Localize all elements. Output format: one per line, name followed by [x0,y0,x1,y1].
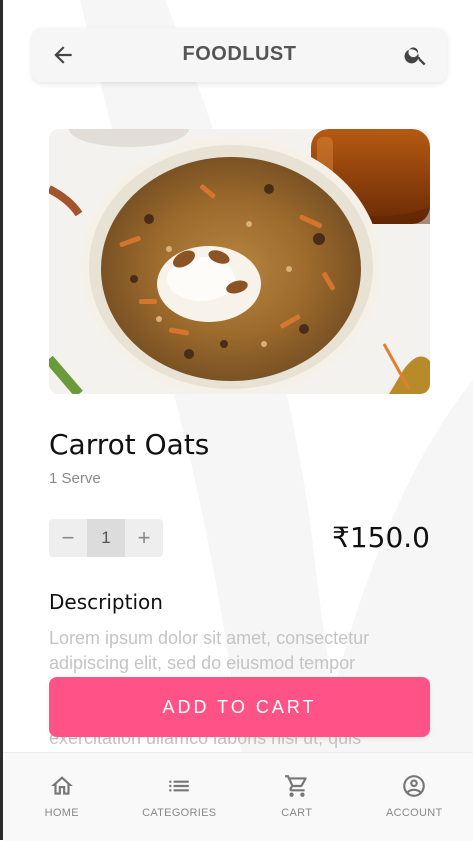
nav-label-categories: CATEGORIES [142,807,216,819]
account-icon [401,773,427,799]
nav-label-account: ACCOUNT [386,807,443,819]
product-price: ₹150.0 [332,521,430,554]
quantity-stepper: − 1 + [49,519,163,557]
list-icon [166,773,192,799]
decrement-button[interactable]: − [49,519,87,557]
serving-size: 1 Serve [49,470,101,487]
nav-item-account[interactable]: ACCOUNT [356,753,473,841]
product-image [49,129,430,394]
cart-icon [284,773,310,799]
nav-label-cart: CART [281,807,312,819]
app-bar: FOODLUST [32,28,447,82]
nav-item-categories[interactable]: CATEGORIES [121,753,239,841]
bottom-navigation: HOME CATEGORIES CART ACCOUNT [3,752,473,841]
nav-item-home[interactable]: HOME [3,753,121,841]
increment-button[interactable]: + [125,519,163,557]
description-heading: Description [49,590,163,614]
nav-label-home: HOME [45,807,79,819]
search-icon[interactable] [403,42,429,68]
app-title: FOODLUST [32,43,447,66]
quantity-value: 1 [87,519,125,557]
product-name: Carrot Oats [49,428,209,461]
home-icon [49,773,75,799]
nav-item-cart[interactable]: CART [238,753,356,841]
add-to-cart-button[interactable]: ADD TO CART [49,677,430,737]
